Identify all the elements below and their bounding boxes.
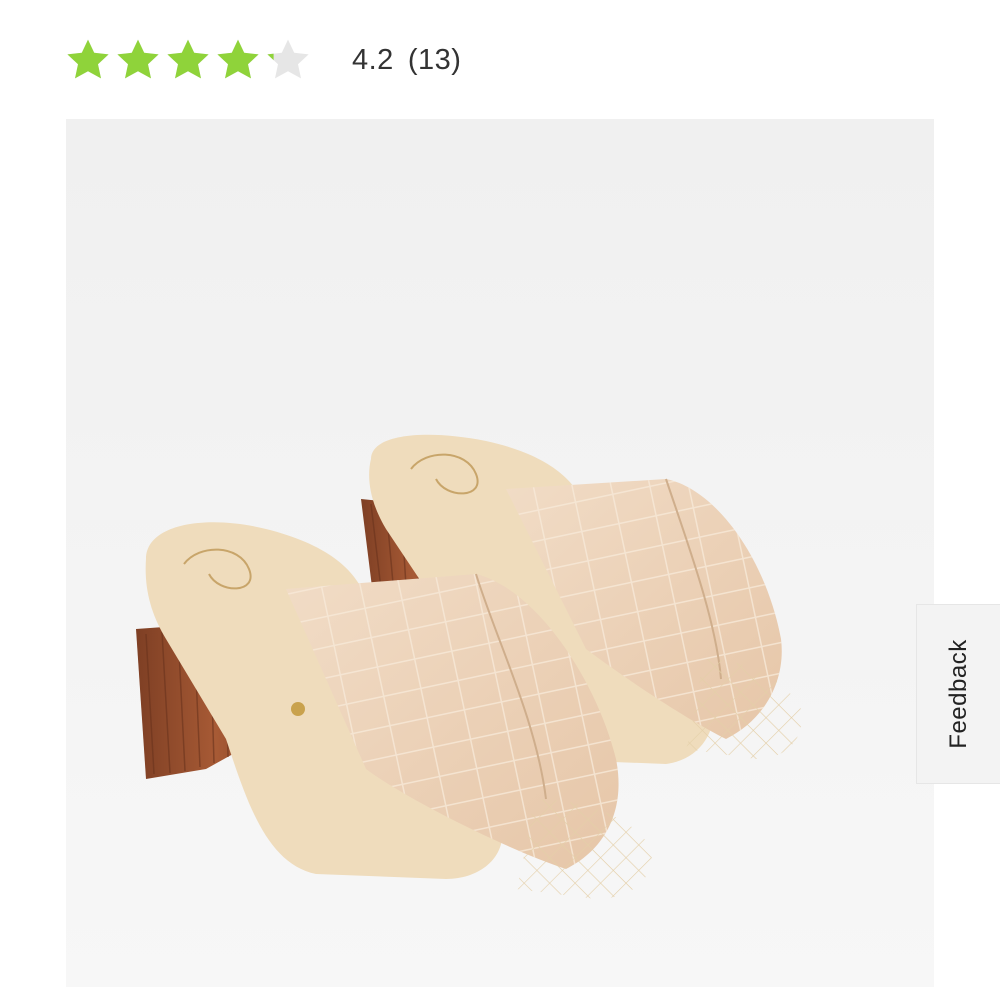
mule-sandal-pair-image xyxy=(66,119,934,987)
product-image[interactable] xyxy=(66,119,934,987)
feedback-label: Feedback xyxy=(944,639,972,749)
star-icon xyxy=(117,39,159,79)
star-rating xyxy=(64,36,312,84)
rating-text: 4.2 (13) xyxy=(352,44,461,77)
star-icon xyxy=(217,39,259,79)
star-icon xyxy=(167,39,209,79)
rating-summary[interactable]: 4.2 (13) xyxy=(64,30,461,90)
rating-value: 4.2 xyxy=(352,43,394,76)
review-count[interactable]: (13) xyxy=(408,44,462,77)
star-icon xyxy=(67,39,109,79)
product-page: 4.2 (13) Feedback xyxy=(0,0,1000,1000)
star-icon xyxy=(267,39,309,79)
feedback-button[interactable]: Feedback xyxy=(916,604,1000,784)
